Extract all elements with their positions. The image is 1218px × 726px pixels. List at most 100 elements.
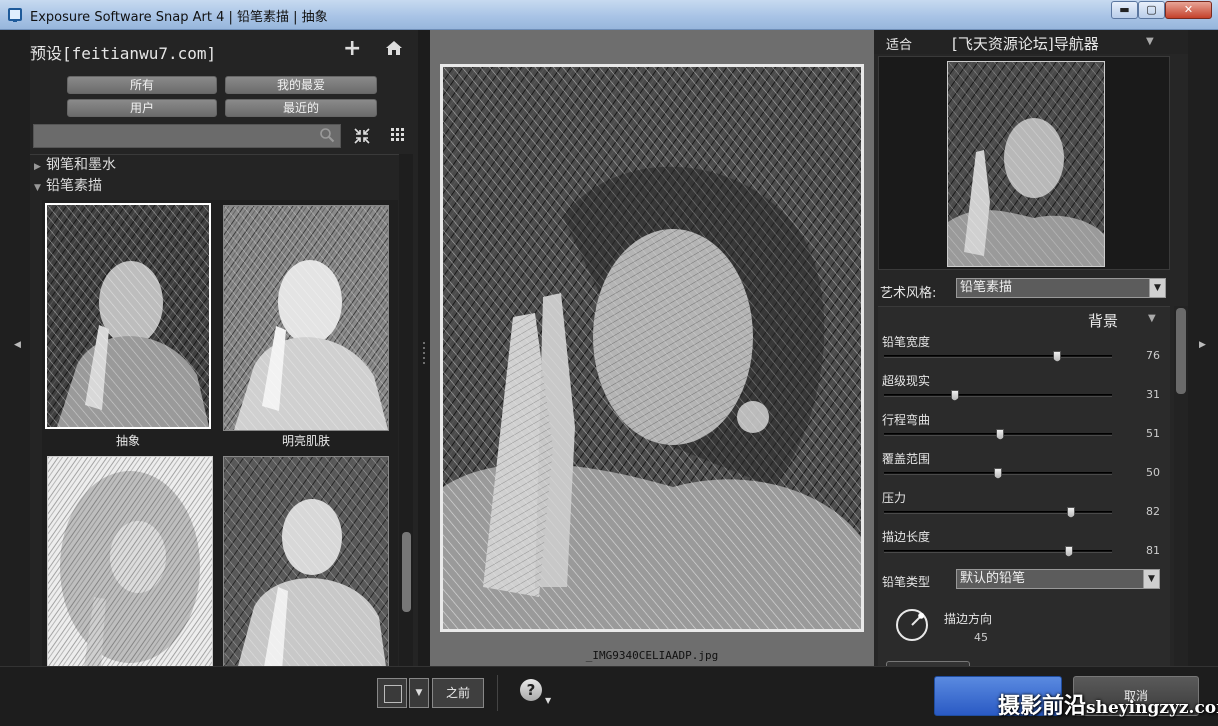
slider-handle[interactable]	[996, 429, 1005, 440]
navigator-thumbnail[interactable]	[947, 61, 1105, 267]
slider-handle[interactable]	[1066, 507, 1075, 518]
preset-thumb-bright-skin[interactable]	[223, 205, 389, 431]
navigator-header: 适合 [飞天资源论坛]导航器 ▼	[874, 30, 1188, 54]
divider	[497, 675, 498, 711]
grid-view-icon[interactable]	[391, 128, 405, 142]
category-label: 钢笔和墨水	[46, 157, 116, 173]
preset-list-scrollbar[interactable]	[399, 154, 413, 666]
filter-favorites-button[interactable]: 我的最爱	[225, 76, 377, 94]
slider-handle[interactable]	[1053, 351, 1062, 362]
slider-label: 描边长度	[882, 530, 931, 544]
chevron-down-icon[interactable]: ▼	[1146, 36, 1154, 47]
preset-image	[224, 206, 388, 430]
art-style-select[interactable]: 铅笔素描 ▼	[956, 278, 1166, 298]
preset-thumb-label: 抽象	[115, 434, 140, 448]
watermark-domain: sheyingzyz.com	[1086, 698, 1218, 718]
slider-label: 压力	[882, 491, 907, 505]
scrollbar-thumb[interactable]	[1176, 308, 1186, 394]
preset-thumb-abstract[interactable]	[45, 203, 211, 429]
preset-thumbnail-grid: 抽象 明亮肌肤	[42, 200, 398, 666]
preset-image	[47, 205, 209, 427]
preset-thumb-label: 明亮肌肤	[281, 434, 330, 448]
slider-label: 行程弯曲	[882, 413, 931, 427]
compare-view-button[interactable]	[377, 678, 407, 708]
panel-splitter-handle[interactable]	[422, 340, 426, 364]
search-icon[interactable]	[319, 127, 335, 143]
slider-value: 50	[1146, 466, 1160, 479]
chevron-down-icon: ▼	[1149, 279, 1165, 297]
presets-title: 预设[feitianwu7.com]	[30, 44, 217, 63]
background-settings-section: 背景 ▼ 铅笔宽度 76 超级现实 31 行程弯曲 51 覆盖范围 50 压力 82 描边长度 81 …	[878, 306, 1170, 667]
preset-thumb-4[interactable]	[223, 456, 389, 666]
slider-track[interactable]	[884, 546, 1112, 557]
minimize-button[interactable]: ▬	[1111, 1, 1138, 19]
chevron-right-icon: ▶	[1199, 340, 1206, 350]
chevron-down-icon: ▼	[1143, 570, 1159, 588]
filter-recent-button[interactable]: 最近的	[225, 99, 377, 117]
chevron-down-icon: ▼	[34, 183, 41, 193]
window-title: Exposure Software Snap Art 4 | 铅笔素描 | 抽象	[30, 10, 328, 25]
filter-all-button[interactable]: 所有	[67, 76, 217, 94]
home-icon[interactable]	[385, 40, 403, 56]
preset-image	[224, 457, 388, 666]
art-style-label: 艺术风格:	[880, 286, 937, 301]
preset-thumb-3[interactable]	[47, 456, 213, 666]
pencil-type-select[interactable]: 默认的铅笔 ▼	[956, 569, 1160, 589]
preview-canvas-area: _IMG9340CELIAADP.jpg	[430, 30, 874, 666]
slider-handle[interactable]	[950, 390, 959, 401]
fit-button[interactable]: 适合	[886, 34, 912, 53]
add-preset-button[interactable]: +	[343, 36, 361, 61]
settings-scrollbar[interactable]	[1174, 306, 1188, 666]
collapse-right-panel-button[interactable]: ▶	[1188, 30, 1218, 666]
stroke-direction-label: 描边方向	[944, 612, 993, 626]
chevron-right-icon: ▶	[34, 162, 41, 172]
stroke-direction-value: 45	[974, 631, 988, 644]
slider-handle[interactable]	[994, 468, 1002, 479]
slider-value: 82	[1146, 505, 1160, 518]
chevron-down-icon[interactable]: ▼	[1148, 313, 1156, 324]
maximize-button[interactable]: ▢	[1138, 1, 1165, 19]
slider-track[interactable]	[884, 468, 1112, 479]
collapse-left-panel-button[interactable]: ◀	[0, 30, 30, 666]
navigator-title: [飞天资源论坛]导航器	[952, 35, 1099, 53]
preset-search-input[interactable]	[33, 124, 341, 148]
settings-panel: 适合 [飞天资源论坛]导航器 ▼ 艺术风格: 铅笔素描 ▼ 背景 ▼ 铅笔宽度 7…	[874, 30, 1188, 667]
slider-handle[interactable]	[1064, 546, 1073, 557]
slider-label: 铅笔宽度	[882, 335, 931, 349]
scrollbar-thumb[interactable]	[402, 532, 411, 612]
navigator-view[interactable]	[878, 56, 1170, 270]
filter-user-button[interactable]: 用户	[67, 99, 217, 117]
slider-label: 超级现实	[882, 374, 931, 388]
pencil-type-label: 铅笔类型	[882, 575, 931, 589]
slider-value: 81	[1146, 544, 1160, 557]
title-bar: Exposure Software Snap Art 4 | 铅笔素描 | 抽象…	[0, 0, 1218, 30]
chevron-left-icon: ◀	[14, 340, 21, 350]
presets-panel: 预设[feitianwu7.com] + 所有 我的最爱 用户 最近的 ▶ 钢笔和…	[30, 30, 418, 666]
compare-view-dropdown[interactable]: ▼	[409, 678, 429, 708]
preview-image-frame[interactable]	[440, 64, 864, 632]
pencil-type-value: 默认的铅笔	[960, 571, 1026, 586]
category-label: 铅笔素描	[46, 178, 102, 194]
category-pen-and-ink[interactable]: ▶ 钢笔和墨水	[34, 154, 116, 174]
image-filename: _IMG9340CELIAADP.jpg	[585, 649, 719, 662]
category-pencil-sketch[interactable]: ▼ 铅笔素描	[34, 175, 102, 195]
stroke-direction-dial[interactable]	[894, 607, 930, 643]
slider-track[interactable]	[884, 390, 1112, 401]
help-icon[interactable]: ?	[520, 679, 542, 701]
slider-label: 覆盖范围	[882, 452, 931, 466]
slider-track[interactable]	[884, 351, 1112, 362]
before-button[interactable]: 之前	[432, 678, 484, 708]
preset-image	[48, 457, 212, 666]
chevron-down-icon: ▼	[415, 688, 423, 698]
app-icon	[8, 8, 22, 22]
slider-value: 31	[1146, 388, 1160, 401]
slider-track[interactable]	[884, 429, 1112, 440]
art-style-value: 铅笔素描	[960, 280, 1013, 295]
slider-track[interactable]	[884, 507, 1112, 518]
preview-image[interactable]	[443, 67, 861, 629]
section-title: 背景	[1088, 312, 1119, 330]
collapse-all-icon[interactable]	[353, 127, 371, 145]
chevron-down-icon[interactable]: ▼	[545, 696, 551, 705]
close-button[interactable]: ✕	[1165, 1, 1212, 19]
slider-value: 51	[1146, 427, 1160, 440]
